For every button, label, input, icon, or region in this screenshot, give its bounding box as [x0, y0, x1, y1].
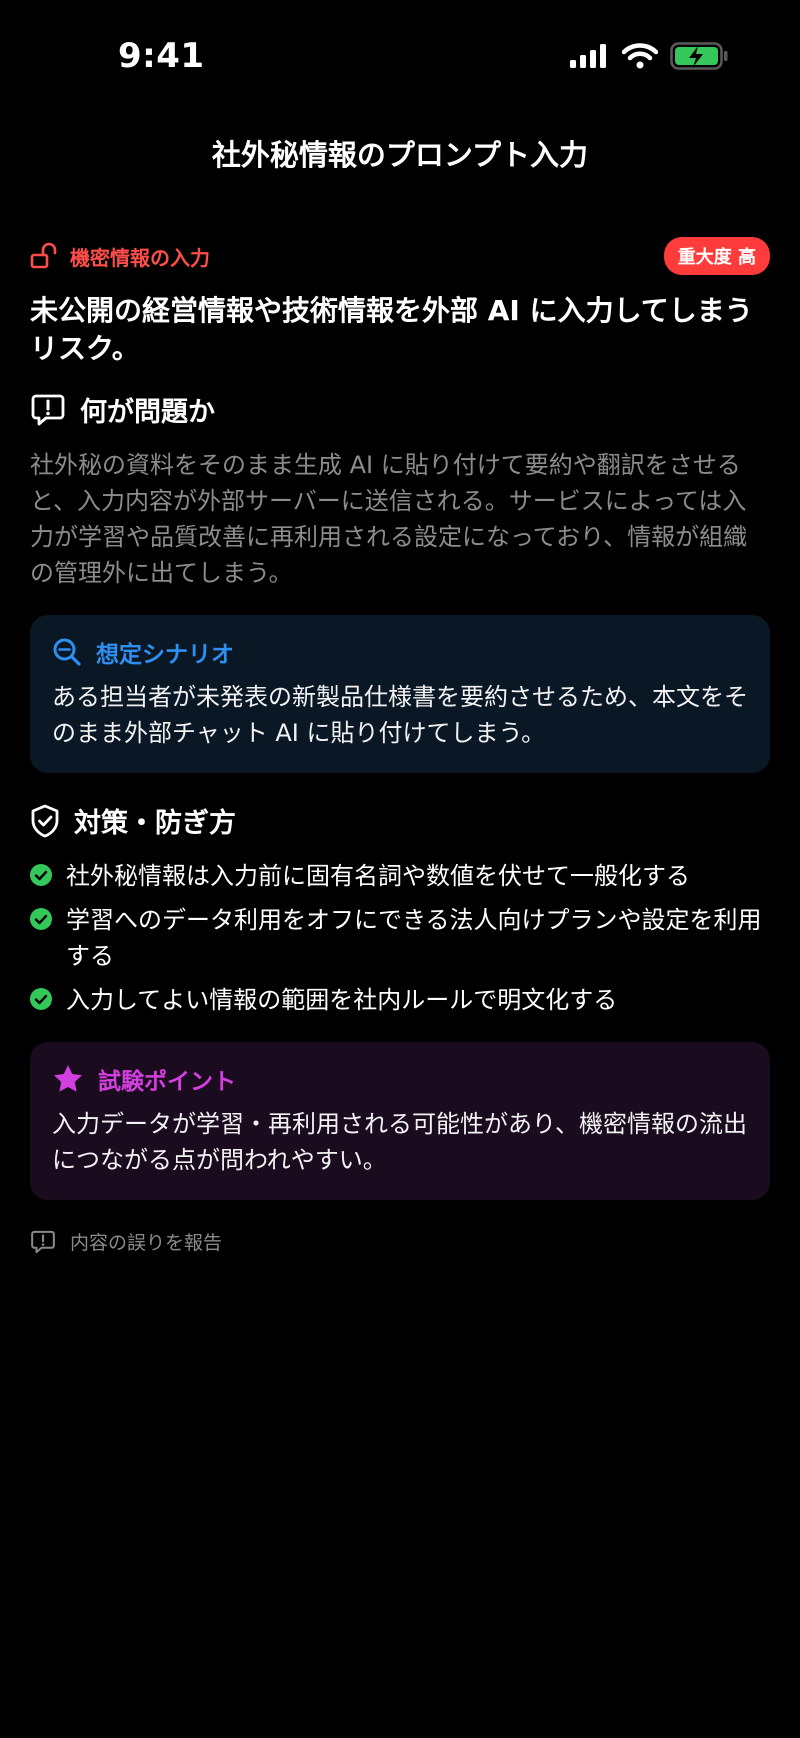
- report-error-link[interactable]: 内容の誤りを報告: [30, 1228, 770, 1255]
- report-icon: [31, 1230, 55, 1253]
- unlock-icon: [30, 242, 57, 269]
- problem-heading: 何が問題か: [30, 390, 770, 429]
- list-item: 学習へのデータ利用をオフにできる法人向けプランや設定を利用する: [30, 902, 770, 974]
- wifi-icon: [622, 43, 658, 69]
- status-bar: 9:41: [0, 0, 800, 120]
- page-title: 社外秘情報のプロンプト入力: [211, 138, 589, 172]
- shield-check-icon: [31, 804, 59, 837]
- exam-text: 入力データが学習・再利用される可能性があり、機密情報の流出につながる点が問われや…: [52, 1110, 748, 1174]
- star-icon: [54, 1065, 82, 1092]
- problem-title: 何が問題か: [80, 397, 215, 428]
- search-icon: [53, 638, 81, 666]
- battery-charging-icon: [670, 42, 728, 70]
- scenario-title: 想定シナリオ: [96, 642, 234, 668]
- list-item: 社外秘情報は入力前に固有名詞や数値を伏せて一般化する: [30, 858, 770, 894]
- measures-title: 対策・防ぎ方: [74, 808, 236, 839]
- measures-list: 社外秘情報は入力前に固有名詞や数値を伏せて一般化する 学習へのデータ利用をオフに…: [30, 858, 770, 1018]
- list-item: 入力してよい情報の範囲を社内ルールで明文化する: [30, 982, 770, 1018]
- risk-summary: 未公開の経営情報や技術情報を外部 AI に入力してしまうリスク。: [30, 294, 753, 365]
- scenario-heading: 想定シナリオ: [52, 635, 748, 669]
- measure-text: 社外秘情報は入力前に固有名詞や数値を伏せて一般化する: [66, 862, 690, 890]
- measure-text: 入力してよい情報の範囲を社内ルールで明文化する: [66, 986, 618, 1014]
- speech-bubble-exclamation-icon: [31, 394, 65, 425]
- scenario-text: ある担当者が未発表の新製品仕様書を要約させるため、本文をそのまま外部チャット A…: [52, 683, 748, 747]
- measure-text: 学習へのデータ利用をオフにできる法人向けプランや設定を利用する: [66, 906, 762, 970]
- measures-heading: 対策・防ぎ方: [30, 801, 770, 840]
- check-circle-icon: [30, 988, 52, 1010]
- check-circle-icon: [30, 908, 52, 930]
- scenario-card: 想定シナリオ ある担当者が未発表の新製品仕様書を要約させるため、本文をそのまま外…: [30, 615, 770, 773]
- exam-title: 試験ポイント: [98, 1069, 236, 1095]
- check-circle-icon: [30, 864, 52, 886]
- category-label: 機密情報の入力: [30, 242, 210, 271]
- exam-point-card: 試験ポイント 入力データが学習・再利用される可能性があり、機密情報の流出につなが…: [30, 1042, 770, 1200]
- exam-heading: 試験ポイント: [52, 1062, 748, 1096]
- report-label: 内容の誤りを報告: [70, 1232, 223, 1254]
- signal-icon: [570, 44, 606, 68]
- problem-text: 社外秘の資料をそのまま生成 AI に貼り付けて要約や翻訳をさせると、入力内容が外…: [30, 451, 748, 587]
- category-row: 機密情報の入力 重大度 高: [30, 237, 770, 275]
- severity-badge: 重大度 高: [663, 237, 770, 275]
- category-text: 機密情報の入力: [70, 245, 210, 270]
- risk-detail: 機密情報の入力 重大度 高 未公開の経営情報や技術情報を外部 AI に入力してし…: [30, 237, 770, 1255]
- status-time: 9:41: [118, 36, 205, 76]
- status-icons: [570, 42, 728, 70]
